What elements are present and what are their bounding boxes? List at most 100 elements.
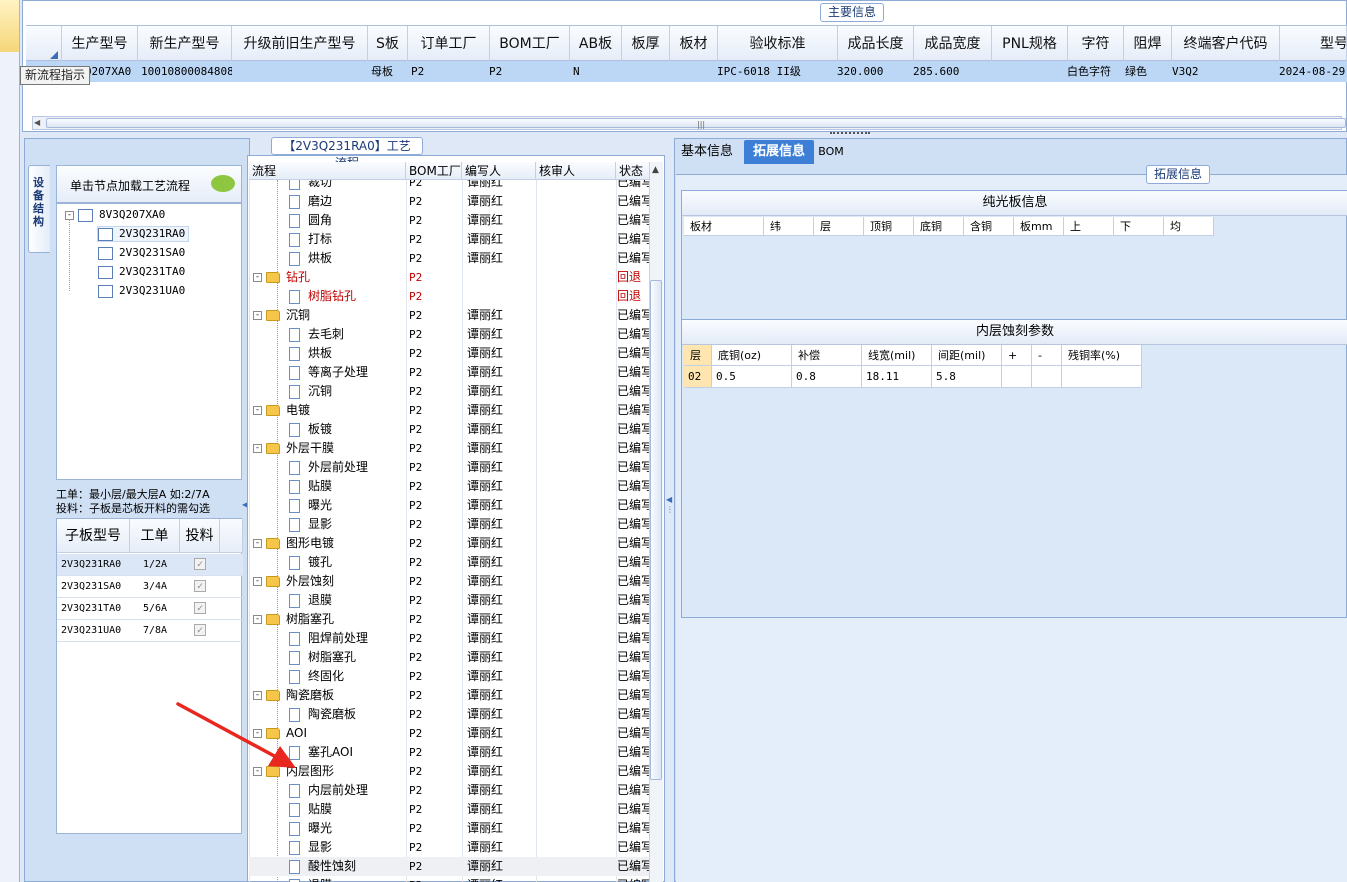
table-row[interactable]: 2V3Q231TA0 5/6A ✓ (57, 598, 243, 620)
process-step-row[interactable]: 沉铜 P2 谭丽红 已编写 (249, 382, 649, 401)
process-step-row[interactable]: 酸性蚀刻 P2 谭丽红 已编写 (249, 857, 649, 876)
etch-col-header[interactable]: 残铜率(%) (1062, 345, 1142, 366)
table-row[interactable]: 8V3Q207XA0 10010800084808 母板 P2 P2 N IPC… (26, 61, 1347, 82)
process-group-row[interactable]: - 沉铜 P2 谭丽红 已编写 (249, 306, 649, 325)
collapse-icon[interactable]: - (253, 615, 262, 624)
col-header-sub-model[interactable]: 子板型号 (57, 519, 130, 553)
process-group-row[interactable]: - 图形电镀 P2 谭丽红 已编写 (249, 534, 649, 553)
etch-col-header[interactable]: 补偿 (792, 345, 862, 366)
collapse-icon[interactable]: - (253, 311, 262, 320)
collapse-icon[interactable]: - (253, 273, 262, 282)
pcb-col-header[interactable]: 底铜 (914, 217, 964, 236)
tree-node-child[interactable]: 2V3Q231SA0 (98, 246, 185, 260)
col-header-customer-code[interactable]: 终端客户代码 (1172, 26, 1280, 62)
process-step-row[interactable]: 终固化 P2 谭丽红 已编写 (249, 667, 649, 686)
process-group-row[interactable]: - 电镀 P2 谭丽红 已编写 (249, 401, 649, 420)
etch-col-header[interactable]: 线宽(mil) (862, 345, 932, 366)
table-row[interactable]: 2V3Q231RA0 1/2A ✓ (57, 554, 243, 576)
col-header-thickness[interactable]: 板厚 (622, 26, 670, 62)
cell-base-copper[interactable]: 0.5 (712, 366, 792, 388)
process-step-row[interactable]: 显影 P2 谭丽红 已编写 (249, 515, 649, 534)
feed-checkbox[interactable]: ✓ (194, 580, 206, 592)
collapse-icon[interactable]: - (253, 406, 262, 415)
cell-minus[interactable] (1032, 366, 1062, 388)
col-header-bom-factory[interactable]: BOM工厂 (490, 26, 570, 62)
col-header-pnl[interactable]: PNL规格 (992, 26, 1068, 62)
grid-corner[interactable] (26, 26, 62, 62)
collapse-icon[interactable]: - (253, 539, 262, 548)
col-header-material[interactable]: 板材 (670, 26, 718, 62)
vertical-tab-structure[interactable]: 设备结构 (28, 165, 50, 253)
process-step-row[interactable]: 树脂塞孔 P2 谭丽红 已编写 (249, 648, 649, 667)
process-step-row[interactable]: 树脂钻孔 P2 回退 (249, 287, 649, 306)
table-row[interactable]: 2V3Q231UA0 7/8A ✓ (57, 620, 243, 642)
feed-checkbox[interactable]: ✓ (194, 624, 206, 636)
tab-bom[interactable]: BOM (816, 140, 846, 164)
col-header-ab-board[interactable]: AB板 (570, 26, 622, 62)
cell-residual[interactable] (1062, 366, 1142, 388)
cell-plus[interactable] (1002, 366, 1032, 388)
process-step-row[interactable]: 打标 P2 谭丽红 已编写 (249, 230, 649, 249)
process-step-row[interactable]: 镀孔 P2 谭丽红 已编写 (249, 553, 649, 572)
feed-checkbox[interactable]: ✓ (194, 602, 206, 614)
tree-node-child[interactable]: 2V3Q231TA0 (98, 265, 185, 279)
tree-node-child[interactable]: 2V3Q231UA0 (98, 284, 185, 298)
col-header-width[interactable]: 成品宽度 (914, 26, 992, 62)
horizontal-scroll-thumb[interactable]: ||| (46, 118, 1346, 129)
collapse-icon[interactable]: - (253, 577, 262, 586)
etch-col-header[interactable]: 层 (684, 345, 712, 366)
scroll-left-icon[interactable]: ◀ (34, 118, 40, 127)
col-header-acceptance[interactable]: 验收标准 (718, 26, 838, 62)
etch-col-header[interactable]: 底铜(oz) (712, 345, 792, 366)
pcb-col-header[interactable]: 顶铜 (864, 217, 914, 236)
splitter-middle-icon[interactable]: ◀ ⋮ (666, 495, 674, 535)
process-group-row[interactable]: - 外层干膜 P2 谭丽红 已编写 (249, 439, 649, 458)
pcb-col-header[interactable]: 板mm (1014, 217, 1064, 236)
process-step-row[interactable]: 裁切 P2 谭丽红 已编写 (249, 180, 649, 192)
etch-col-header[interactable]: + (1002, 345, 1032, 366)
collapse-icon[interactable]: - (253, 444, 262, 453)
col-header-model[interactable]: 型号 (1280, 26, 1347, 62)
process-step-row[interactable]: 圆角 P2 谭丽红 已编写 (249, 211, 649, 230)
col-header-new-model[interactable]: 新生产型号 (138, 26, 232, 62)
cell-spacing[interactable]: 5.8 (932, 366, 1002, 388)
process-step-row[interactable]: 退膜 P2 谭丽红 已编写 (249, 591, 649, 610)
etch-col-header[interactable]: - (1032, 345, 1062, 366)
col-header-solder-mask[interactable]: 阻焊 (1124, 26, 1172, 62)
feed-checkbox[interactable]: ✓ (194, 558, 206, 570)
col-header-reviewer[interactable]: 核审人 (536, 162, 616, 180)
process-step-row[interactable]: 烘板 P2 谭丽红 已编写 (249, 249, 649, 268)
process-step-row[interactable]: 外层前处理 P2 谭丽红 已编写 (249, 458, 649, 477)
col-header-order-factory[interactable]: 订单工厂 (408, 26, 490, 62)
pcb-col-header[interactable]: 层 (814, 217, 864, 236)
col-header-flow[interactable]: 流程 (249, 162, 406, 180)
col-header-old-model[interactable]: 升级前旧生产型号 (232, 26, 368, 62)
process-group-row[interactable]: - 外层蚀刻 P2 谭丽红 已编写 (249, 572, 649, 591)
process-step-row[interactable]: 阻焊前处理 P2 谭丽红 已编写 (249, 629, 649, 648)
col-header-status[interactable]: 状态 (616, 162, 649, 180)
col-header-length[interactable]: 成品长度 (838, 26, 914, 62)
tree-node-root[interactable]: -8V3Q207XA0 (65, 208, 165, 222)
pcb-col-header[interactable]: 下 (1114, 217, 1164, 236)
process-step-row[interactable]: 磨边 P2 谭丽红 已编写 (249, 192, 649, 211)
col-header-character[interactable]: 字符 (1068, 26, 1124, 62)
process-step-row[interactable]: 去毛刺 P2 谭丽红 已编写 (249, 325, 649, 344)
process-step-row[interactable]: 曝光 P2 谭丽红 已编写 (249, 496, 649, 515)
process-step-row[interactable]: 板镀 P2 谭丽红 已编写 (249, 420, 649, 439)
col-header-order[interactable]: 工单 (130, 519, 180, 553)
process-group-row[interactable]: - 钻孔 P2 回退 (249, 268, 649, 287)
process-step-row[interactable]: 内层前处理 P2 谭丽红 已编写 (249, 781, 649, 800)
pcb-col-header[interactable]: 含铜 (964, 217, 1014, 236)
process-step-row[interactable]: 贴膜 P2 谭丽红 已编写 (249, 477, 649, 496)
col-header-feed[interactable]: 投料 (180, 519, 220, 553)
col-header-s-board[interactable]: S板 (368, 26, 408, 62)
tab-extended-info[interactable]: 拓展信息 (744, 140, 814, 164)
col-header-editor[interactable]: 编写人 (462, 162, 536, 180)
pcb-col-header[interactable]: 板材 (684, 217, 764, 236)
tree-node-child[interactable]: 2V3Q231RA0 (97, 226, 190, 242)
scroll-up-icon[interactable]: ▲ (652, 165, 659, 175)
process-step-row[interactable]: 贴膜 P2 谭丽红 已编写 (249, 800, 649, 819)
etch-col-header[interactable]: 间距(mil) (932, 345, 1002, 366)
pcb-col-header[interactable]: 纬 (764, 217, 814, 236)
process-step-row[interactable]: 曝光 P2 谭丽红 已编写 (249, 819, 649, 838)
